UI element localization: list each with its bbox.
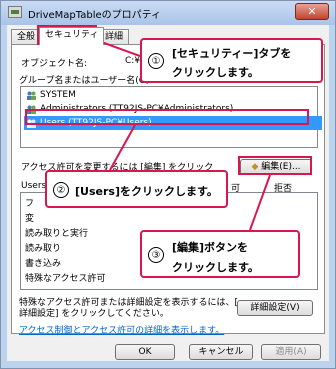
callout-1-line1: [セキュリティー]タブを xyxy=(172,47,292,60)
callout-3-number: ③ xyxy=(148,247,164,263)
callout-1-line2: クリックします。 xyxy=(172,66,259,79)
callout-3-line2: クリックします。 xyxy=(172,261,259,274)
tab-security[interactable]: セキュリティ xyxy=(39,27,105,45)
callout-2: ② [Users]をクリックします。 xyxy=(45,170,228,208)
callout-2-number: ② xyxy=(53,182,69,198)
callout-1-number: ① xyxy=(148,53,164,69)
connector-3 xyxy=(249,174,271,231)
callout-2-text: [Users]をクリックします。 xyxy=(75,185,218,198)
connector-2 xyxy=(109,124,136,171)
callout-1: ① [セキュリティー]タブを クリックします。 xyxy=(140,38,323,83)
callout-3-line1: [編集]ボタンを xyxy=(172,241,249,254)
callout-3: ③ [編集]ボタンを クリックします。 xyxy=(140,230,300,278)
